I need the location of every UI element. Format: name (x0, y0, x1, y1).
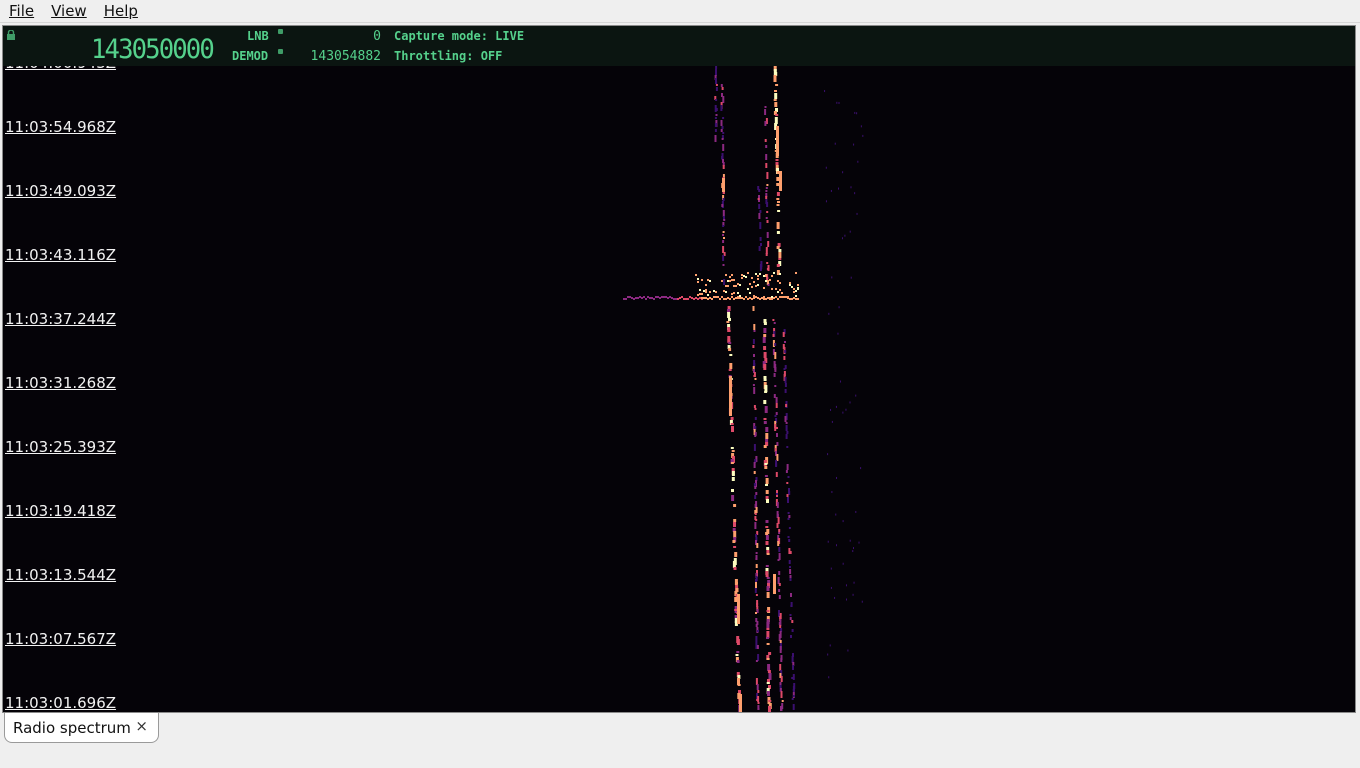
menu-view-label: View (51, 2, 87, 20)
menu-view[interactable]: View (42, 0, 95, 22)
timestamp-label[interactable]: 11:03:49.093Z (5, 182, 116, 200)
demod-label: DEMOD (232, 49, 269, 63)
menu-help[interactable]: Help (95, 0, 146, 22)
waterfall-signals (623, 66, 864, 712)
demod-value[interactable]: 143054882 (303, 49, 381, 64)
waterfall-display[interactable] (3, 26, 1356, 713)
status-bar: 143050000 LNB 0 DEMOD 143054882 Capture … (3, 26, 1355, 66)
throttling-text: Throttling: OFF (394, 49, 503, 63)
tab-bar: Radio spectrum × (0, 713, 1360, 768)
demod-lock-icon[interactable] (278, 49, 283, 54)
menu-help-label: Help (103, 2, 138, 20)
lock-icon[interactable] (6, 30, 16, 40)
spectrum-panel[interactable]: 143050000 LNB 0 DEMOD 143054882 Capture … (2, 25, 1356, 713)
tab-radio-spectrum[interactable]: Radio spectrum × (4, 713, 159, 743)
timestamp-label[interactable]: 11:03:01.696Z (5, 694, 116, 712)
menubar: File View Help (0, 0, 1360, 23)
tab-label: Radio spectrum (13, 718, 131, 737)
timestamp-label[interactable]: 11:03:43.116Z (5, 246, 116, 264)
timestamp-label[interactable]: 11:03:13.544Z (5, 566, 116, 584)
timestamp-label[interactable]: 11:03:25.393Z (5, 438, 116, 456)
timestamp-label[interactable]: 11:03:31.268Z (5, 374, 116, 392)
timestamp-label[interactable]: 11:03:37.244Z (5, 310, 116, 328)
close-icon[interactable]: × (135, 717, 148, 735)
capture-mode-text: Capture mode: LIVE (394, 29, 525, 43)
lnb-label: LNB (247, 29, 269, 43)
menu-file[interactable]: File (0, 0, 42, 22)
lnb-lock-icon[interactable] (278, 29, 283, 34)
menu-file-label: File (9, 2, 35, 20)
main-frequency-display[interactable]: 143050000 (91, 34, 215, 65)
timestamp-label[interactable]: 11:03:19.418Z (5, 502, 116, 520)
timestamp-label[interactable]: 11:03:07.567Z (5, 630, 116, 648)
timestamp-label[interactable]: 11:03:54.968Z (5, 118, 116, 136)
lnb-value[interactable]: 0 (303, 29, 381, 44)
